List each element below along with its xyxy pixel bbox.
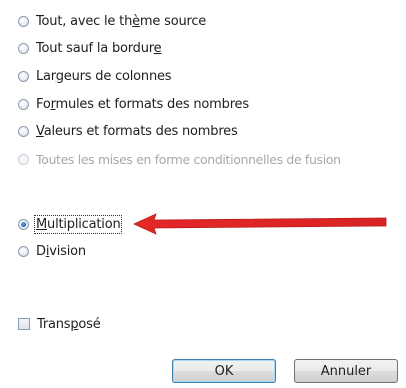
option-label: Largeurs de colonnes (36, 68, 172, 84)
cancel-button[interactable]: Annuler (294, 359, 398, 383)
radio-icon (18, 153, 29, 165)
paste-option-column-widths[interactable]: Largeurs de colonnes (18, 66, 172, 86)
transpose-label: Transposé (37, 316, 101, 332)
transpose-checkbox[interactable]: Transposé (18, 314, 101, 334)
paste-option-values-number-formats[interactable]: Valeurs et formats des nombres (18, 121, 238, 141)
radio-icon[interactable] (18, 15, 29, 27)
checkbox-icon[interactable] (18, 318, 30, 330)
option-label: Valeurs et formats des nombres (36, 123, 238, 139)
radio-icon[interactable] (18, 218, 29, 230)
radio-icon[interactable] (18, 42, 29, 54)
operation-division[interactable]: Division (18, 241, 86, 261)
option-label: Multiplication (33, 214, 123, 234)
radio-icon[interactable] (18, 125, 29, 137)
paste-option-formulas-number-formats[interactable]: Formules et formats des nombres (18, 94, 249, 114)
paste-option-all-source-theme[interactable]: Tout, avec le thème source (18, 11, 206, 31)
ok-button[interactable]: OK (172, 359, 276, 383)
option-label: Tout sauf la bordure (36, 40, 162, 56)
operation-multiplication[interactable]: Multiplication (18, 214, 123, 234)
radio-icon[interactable] (18, 245, 29, 257)
paste-option-all-except-borders[interactable]: Tout sauf la bordure (18, 38, 162, 58)
red-arrow-icon (133, 213, 387, 235)
paste-option-conditional-formats-disabled: Toutes les mises en forme conditionnelle… (18, 149, 341, 169)
option-label: Formules et formats des nombres (36, 96, 249, 112)
option-label: Tout, avec le thème source (36, 13, 207, 29)
radio-icon[interactable] (18, 98, 29, 110)
option-label: Division (36, 243, 86, 259)
radio-icon[interactable] (18, 70, 29, 82)
option-label: Toutes les mises en forme conditionnelle… (36, 151, 341, 167)
